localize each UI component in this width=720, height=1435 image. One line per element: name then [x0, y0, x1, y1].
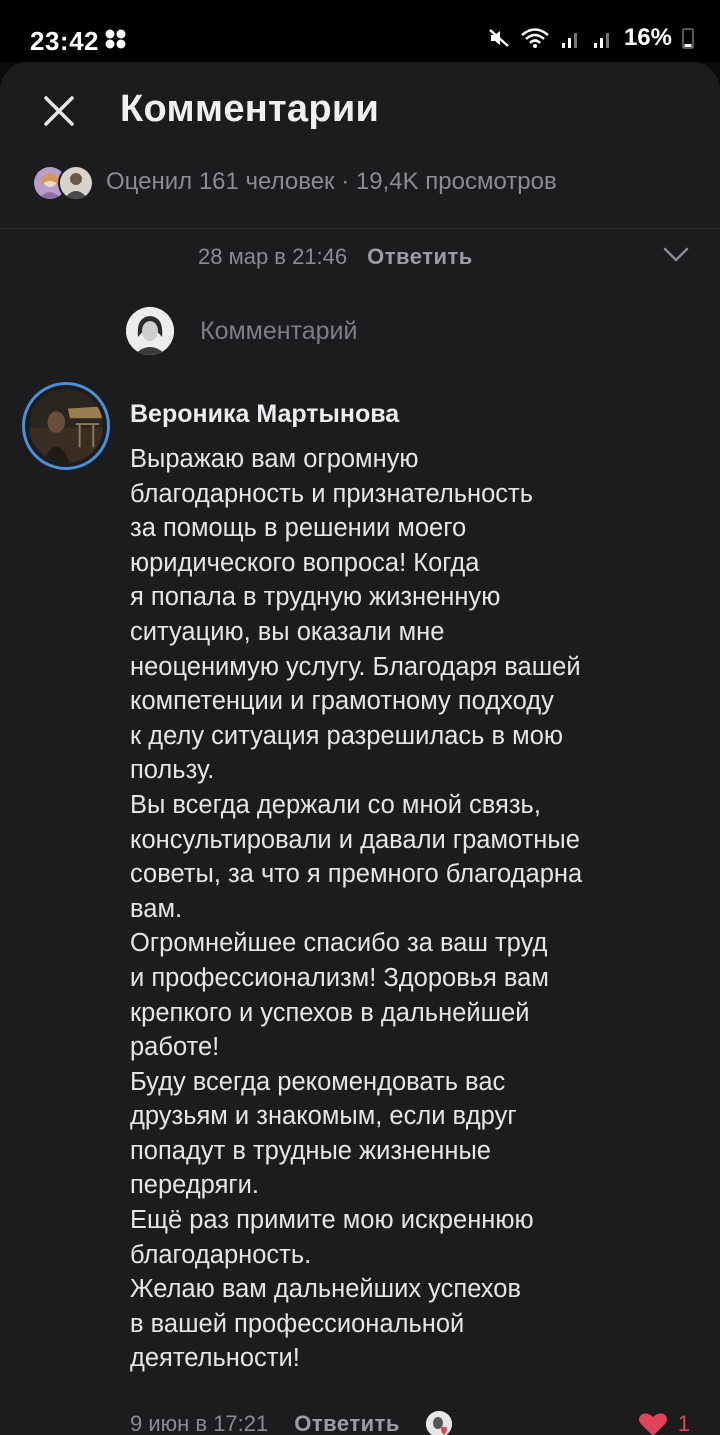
comments-sheet: Комментарии Оценил 161 человек · 19,4K п… [0, 62, 720, 1435]
post-stats[interactable]: Оценил 161 человек · 19,4K просмотров [32, 162, 557, 202]
reactor-avatars [32, 165, 94, 201]
comment-line: попадут в трудные жизненные [130, 1136, 491, 1165]
comment-line: благодарность. [130, 1240, 312, 1269]
author-photo-icon [29, 389, 103, 463]
heart-icon [638, 1413, 667, 1435]
user-portrait-icon [126, 307, 174, 355]
comment-line: вам. [130, 894, 183, 923]
comment-line: я попала в трудную жизненную [130, 583, 501, 612]
comment-input[interactable]: Комментарий [200, 317, 357, 346]
sheet-header: Комментарии [0, 62, 720, 162]
like-count: 1 [677, 1411, 690, 1435]
comment-line: деятельности! [130, 1344, 300, 1373]
comment-line: Буду всегда рекомендовать вас [130, 1067, 506, 1096]
page-title: Комментарии [120, 88, 380, 130]
comment-date: 9 июн в 17:21 [130, 1411, 269, 1435]
notification-dots-icon [105, 29, 126, 49]
current-user-avatar [126, 307, 174, 355]
battery-icon [682, 28, 694, 49]
comment-line: за помощь в решении моего [130, 514, 467, 543]
like-button[interactable]: 1 [638, 1408, 690, 1435]
mute-icon [489, 29, 509, 47]
comment-reply-button[interactable]: Ответить [294, 1411, 400, 1435]
comment-line: Огромнейшее спасибо за ваш труд [130, 929, 548, 958]
comment-line: крепкого и успехов в дальнейшей [130, 998, 530, 1027]
signal-icon [593, 33, 609, 48]
comment-line: Желаю вам дальнейших успехов [130, 1275, 522, 1304]
signal-icon [561, 33, 577, 48]
divider [0, 228, 720, 229]
comment-line: в вашей профессиональной [130, 1309, 465, 1338]
comment-line: Ещё раз примите мою искреннюю [130, 1206, 534, 1235]
comment-line: Вы всегда держали со мной связь, [130, 790, 541, 819]
comment-line: ситуацию, вы оказали мне [130, 617, 445, 646]
comment-line: работе! [130, 1033, 220, 1062]
comment-text: Выражаю вам огромную благодарность и приз… [130, 442, 690, 1376]
comment-line: советы, за что я премного благодарна [130, 860, 583, 889]
comment-line: Выражаю вам огромную [130, 445, 419, 473]
comment-line: консультировали и давали грамотные [130, 825, 580, 854]
comment-line: благодарность и признательность [130, 479, 534, 508]
battery-percent: 16% [623, 24, 672, 51]
comment-composer[interactable]: Комментарий [126, 306, 357, 356]
chevron-down-icon[interactable] [662, 244, 690, 266]
owner-reaction-avatar [425, 1411, 452, 1435]
previous-comment-meta: 28 мар в 21:46 Ответить [198, 242, 473, 272]
status-icons: 16% [488, 24, 694, 52]
comment-line: неоценимую услугу. Благодаря вашей [130, 652, 581, 681]
comment-author-avatar[interactable] [22, 382, 110, 470]
comment-footer: 9 июн в 17:21 Ответить [130, 1406, 452, 1435]
status-time: 23:42 [30, 26, 99, 56]
owner-heart-badge-icon [425, 1411, 452, 1435]
stats-text: Оценил 161 человек · 19,4K просмотров [106, 168, 557, 195]
previous-comment-reply-button[interactable]: Ответить [367, 244, 473, 270]
comment-author-name[interactable]: Вероника Мартынова [130, 400, 399, 429]
reactor-avatar [58, 165, 94, 201]
comment-line: передряги. [130, 1171, 260, 1200]
previous-comment-date: 28 мар в 21:46 [198, 244, 348, 269]
comment-line: пользу. [130, 756, 215, 785]
comment-line: юридического вопроса! Когда [130, 548, 480, 577]
close-icon[interactable] [38, 90, 80, 132]
comment-line: к делу ситуация разрешилась в мою [130, 721, 564, 750]
status-bar: 23:42 16% [0, 0, 720, 62]
wifi-icon [521, 28, 549, 48]
comment-line: друзьям и знакомым, если вдруг [130, 1102, 517, 1131]
comment-line: и профессионализм! Здоровья вам [130, 963, 549, 992]
comment-line: компетенции и грамотному подходу [130, 687, 554, 716]
